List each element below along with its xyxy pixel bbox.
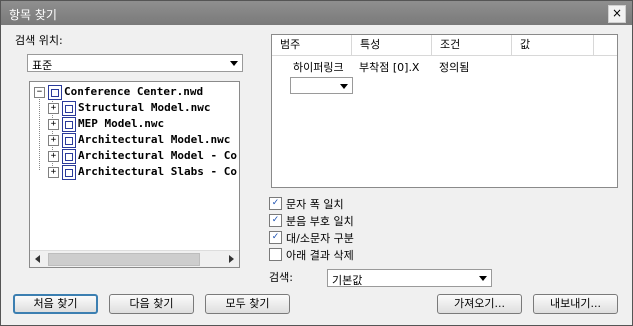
file-icon [62, 133, 76, 148]
grid-cell-category[interactable]: 하이퍼링크 [293, 59, 344, 75]
tree-node-item[interactable]: + Architectural Model - Co [48, 148, 239, 164]
scroll-thumb[interactable] [48, 253, 200, 266]
dialog-title: 항목 찾기 [9, 8, 57, 22]
title-bar: 항목 찾기 × [1, 1, 632, 25]
tree-node-label: Structural Model.nwc [78, 101, 211, 114]
search-mode-dropdown[interactable]: 기본값 [327, 269, 492, 287]
find-items-dialog: 항목 찾기 × 검색 위치: 표준 − Conference Center.nw… [0, 0, 633, 326]
chevron-down-icon [479, 276, 487, 281]
import-button[interactable]: 가져오기... [437, 294, 522, 314]
tree-node-item[interactable]: + Architectural Model.nwc [48, 132, 239, 148]
find-all-button[interactable]: 모두 찾기 [205, 294, 290, 314]
conditions-grid: 범주 특성 조건 값 하이퍼링크 부착점 [0].X 정의됨 [271, 34, 618, 188]
column-header-category[interactable]: 범주 [272, 35, 352, 55]
collapse-icon[interactable]: − [34, 87, 45, 98]
match-width-checkbox[interactable]: ✓ [269, 197, 282, 210]
chevron-down-icon [340, 84, 348, 89]
export-button[interactable]: 내보내기... [533, 294, 618, 314]
match-width-label: 문자 폭 일치 [286, 198, 344, 211]
expand-icon[interactable]: + [48, 119, 59, 130]
find-next-button[interactable]: 다음 찾기 [109, 294, 194, 314]
grid-cell-condition[interactable]: 정의됨 [439, 59, 469, 75]
scroll-right-icon[interactable] [229, 255, 234, 263]
file-icon [48, 85, 62, 100]
prune-below-checkbox[interactable] [269, 248, 282, 261]
selection-tree[interactable]: − Conference Center.nwd + Structural Mod… [29, 81, 240, 268]
tree-node-label: Conference Center.nwd [64, 85, 204, 98]
expand-icon[interactable]: + [48, 167, 59, 178]
match-case-label: 대/소문자 구분 [286, 232, 354, 245]
scroll-left-icon[interactable] [35, 255, 40, 263]
column-header-property[interactable]: 특성 [352, 35, 432, 55]
tree-node-label: Architectural Model.nwc [78, 133, 231, 146]
search-location-value: 표준 [32, 59, 53, 72]
chevron-down-icon [230, 61, 238, 66]
tree-node-label: Architectural Slabs - Co [78, 165, 237, 178]
close-button[interactable]: × [608, 5, 626, 23]
file-icon [62, 165, 76, 180]
horizontal-scrollbar[interactable] [30, 250, 239, 267]
category-dropdown[interactable] [290, 77, 353, 94]
grid-header: 범주 특성 조건 값 [272, 35, 617, 56]
tree-node-item[interactable]: + Architectural Slabs - Co [48, 164, 239, 180]
expand-icon[interactable]: + [48, 151, 59, 162]
column-header-condition[interactable]: 조건 [432, 35, 512, 55]
search-location-dropdown[interactable]: 표준 [27, 54, 243, 72]
expand-icon[interactable]: + [48, 135, 59, 146]
match-case-checkbox[interactable]: ✓ [269, 231, 282, 244]
file-icon [62, 101, 76, 116]
search-mode-label: 검색: [269, 271, 293, 284]
file-icon [62, 117, 76, 132]
prune-below-label: 아래 결과 삭제 [286, 249, 354, 262]
search-location-label: 검색 위치: [15, 34, 63, 47]
tree-node-label: MEP Model.nwc [78, 117, 165, 130]
tree-connector [39, 96, 40, 170]
column-header-value[interactable]: 값 [512, 35, 594, 55]
tree-node-item[interactable]: + Structural Model.nwc [48, 100, 239, 116]
grid-cell-property[interactable]: 부착점 [0].X [359, 59, 419, 75]
tree-node-item[interactable]: + MEP Model.nwc [48, 116, 239, 132]
match-diacritics-label: 분음 부호 일치 [286, 215, 354, 228]
file-icon [62, 149, 76, 164]
tree-node-root[interactable]: − Conference Center.nwd [34, 84, 239, 100]
tree-node-label: Architectural Model - Co [78, 149, 237, 162]
find-first-button[interactable]: 처음 찾기 [13, 294, 98, 314]
search-mode-value: 기본값 [332, 274, 363, 287]
expand-icon[interactable]: + [48, 103, 59, 114]
match-diacritics-checkbox[interactable]: ✓ [269, 214, 282, 227]
